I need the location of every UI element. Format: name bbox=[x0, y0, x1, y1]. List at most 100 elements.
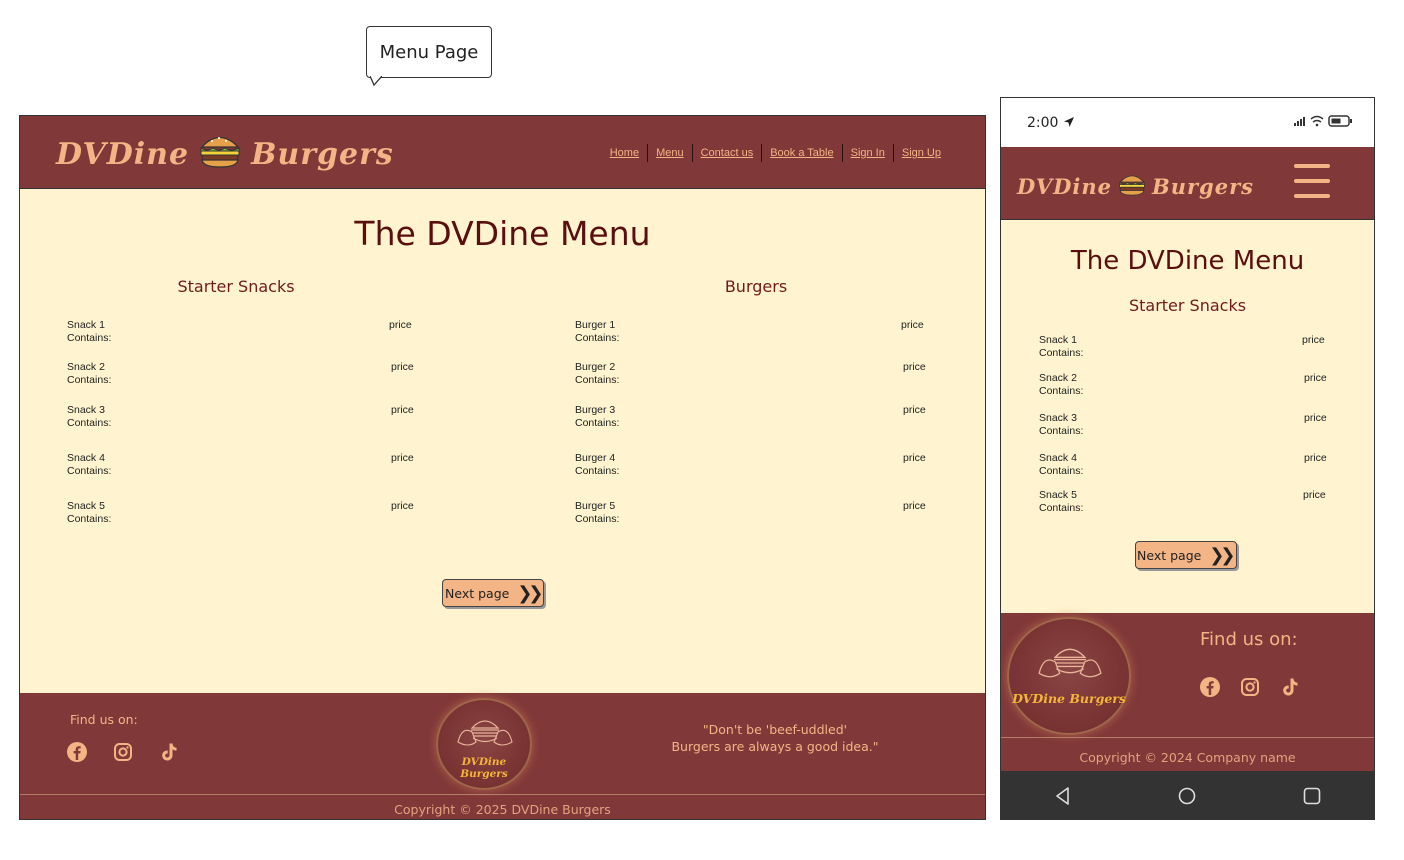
logo-text-2: Burgers bbox=[1151, 174, 1254, 199]
emblem-text: DVDine Burgers bbox=[460, 756, 508, 780]
menu-item: Burger 3 Contains: bbox=[575, 404, 619, 430]
instagram-icon[interactable] bbox=[1239, 676, 1261, 698]
menu-item: Snack 5 Contains: bbox=[1039, 489, 1083, 515]
recents-icon[interactable] bbox=[1302, 786, 1322, 806]
find-us-label: Find us on: bbox=[1200, 629, 1298, 650]
social-links bbox=[1199, 676, 1301, 698]
instagram-icon[interactable] bbox=[112, 741, 134, 763]
item-price: price bbox=[903, 361, 926, 373]
mobile-next-page-button[interactable]: Next page ❯❯ bbox=[1135, 541, 1237, 569]
item-name: Burger 1 bbox=[575, 319, 616, 331]
item-name: Snack 1 bbox=[1039, 334, 1077, 346]
find-us-label: Find us on: bbox=[70, 712, 138, 727]
quote-line-1: "Don't be 'beef-uddled' bbox=[702, 722, 848, 737]
menu-item: Burger 1 Contains: bbox=[575, 319, 619, 345]
item-price: price bbox=[1304, 452, 1327, 464]
item-name: Snack 2 bbox=[1039, 372, 1077, 384]
item-price: price bbox=[391, 500, 414, 512]
location-arrow-icon bbox=[1063, 117, 1074, 127]
item-name: Burger 5 bbox=[575, 500, 616, 512]
footer-emblem: DVDine Burgers bbox=[436, 698, 532, 790]
item-price: price bbox=[1303, 489, 1326, 501]
home-icon[interactable] bbox=[1177, 786, 1197, 806]
menu-page-callout: Menu Page bbox=[366, 26, 492, 78]
double-chevron-right-icon: ❯❯ bbox=[517, 582, 543, 604]
desktop-logo[interactable]: DVDine Burgers bbox=[56, 130, 394, 178]
item-price: price bbox=[903, 500, 926, 512]
mobile-frame: 2:00 DVDine Burgers The DVDine Menu Star… bbox=[1000, 97, 1375, 820]
desktop-nav: Home Menu Contact us Book a Table Sign I… bbox=[602, 144, 949, 162]
logo-text-1: DVDine bbox=[1017, 174, 1112, 199]
tiktok-icon[interactable] bbox=[158, 741, 180, 763]
item-price: price bbox=[1304, 412, 1327, 424]
menu-item: Snack 1 Contains: bbox=[1039, 334, 1083, 360]
mobile-starter-snacks-heading: Starter Snacks bbox=[1128, 296, 1247, 315]
nav-home[interactable]: Home bbox=[602, 147, 647, 159]
nav-sign-in[interactable]: Sign In bbox=[843, 147, 893, 159]
burger-logo-icon bbox=[197, 130, 243, 178]
tiktok-icon[interactable] bbox=[1279, 676, 1301, 698]
item-price: price bbox=[901, 319, 924, 331]
hands-burger-icon bbox=[1038, 648, 1102, 678]
item-name: Snack 3 bbox=[1039, 412, 1077, 424]
nav-menu[interactable]: Menu bbox=[648, 147, 692, 159]
item-contains: Contains: bbox=[575, 374, 620, 386]
item-name: Snack 1 bbox=[67, 319, 105, 331]
footer-divider bbox=[1001, 737, 1374, 738]
menu-item: Snack 1 Contains: bbox=[67, 319, 111, 345]
page-title: The DVDine Menu bbox=[354, 214, 651, 253]
footer-quote: "Don't be 'beef-uddled' Burgers are alwa… bbox=[640, 721, 910, 755]
menu-item: Snack 3 Contains: bbox=[1039, 412, 1083, 438]
emblem-text: DVDine Burgers bbox=[1012, 691, 1126, 706]
facebook-icon[interactable] bbox=[1199, 676, 1221, 698]
item-name: Snack 2 bbox=[67, 361, 105, 373]
copyright: Copyright © 2025 DVDine Burgers bbox=[394, 802, 611, 817]
menu-item: Snack 4 Contains: bbox=[67, 452, 111, 478]
mobile-logo[interactable]: DVDine Burgers bbox=[1017, 169, 1254, 204]
callout-label: Menu Page bbox=[379, 41, 479, 63]
item-contains: Contains: bbox=[67, 332, 112, 344]
menu-item: Burger 5 Contains: bbox=[575, 500, 619, 526]
footer-divider bbox=[20, 794, 985, 795]
item-contains: Contains: bbox=[67, 513, 112, 525]
item-price: price bbox=[389, 319, 412, 331]
item-contains: Contains: bbox=[575, 417, 620, 429]
item-price: price bbox=[1302, 334, 1325, 346]
item-contains: Contains: bbox=[67, 417, 112, 429]
item-contains: Contains: bbox=[575, 513, 620, 525]
status-icons bbox=[1294, 115, 1352, 127]
item-name: Snack 4 bbox=[1039, 452, 1077, 464]
menu-item: Snack 2 Contains: bbox=[67, 361, 111, 387]
item-contains: Contains: bbox=[575, 465, 620, 477]
next-page-button[interactable]: Next page ❯❯ bbox=[442, 579, 544, 607]
item-price: price bbox=[903, 452, 926, 464]
menu-item: Burger 4 Contains: bbox=[575, 452, 619, 478]
logo-text-2: Burgers bbox=[251, 136, 394, 172]
nav-contact-us[interactable]: Contact us bbox=[693, 147, 762, 159]
burgers-heading: Burgers bbox=[724, 277, 788, 296]
nav-sign-up[interactable]: Sign Up bbox=[894, 147, 949, 159]
double-chevron-right-icon: ❯❯ bbox=[1209, 544, 1235, 566]
item-name: Snack 5 bbox=[67, 500, 105, 512]
hamburger-menu-icon[interactable] bbox=[1294, 164, 1330, 198]
back-icon[interactable] bbox=[1053, 786, 1073, 806]
item-name: Snack 4 bbox=[67, 452, 105, 464]
desktop-header: DVDine Burgers Home Menu Contact us Book bbox=[20, 116, 985, 189]
desktop-frame: DVDine Burgers Home Menu Contact us Book bbox=[19, 115, 986, 820]
item-name: Burger 3 bbox=[575, 404, 616, 416]
footer-emblem: DVDine Burgers bbox=[1007, 617, 1131, 735]
mobile-header: DVDine Burgers bbox=[1001, 147, 1374, 220]
item-contains: Contains: bbox=[575, 332, 620, 344]
burger-logo-icon bbox=[1117, 169, 1147, 204]
nav-book-a-table[interactable]: Book a Table bbox=[762, 147, 841, 159]
status-time: 2:00 bbox=[1027, 115, 1075, 131]
item-contains: Contains: bbox=[1039, 347, 1084, 359]
hands-burger-icon bbox=[457, 720, 513, 746]
item-contains: Contains: bbox=[1039, 502, 1084, 514]
android-nav-bar bbox=[1001, 771, 1374, 819]
menu-item: Snack 5 Contains: bbox=[67, 500, 111, 526]
item-price: price bbox=[391, 452, 414, 464]
item-price: price bbox=[391, 404, 414, 416]
facebook-icon[interactable] bbox=[66, 741, 88, 763]
menu-item: Snack 4 Contains: bbox=[1039, 452, 1083, 478]
